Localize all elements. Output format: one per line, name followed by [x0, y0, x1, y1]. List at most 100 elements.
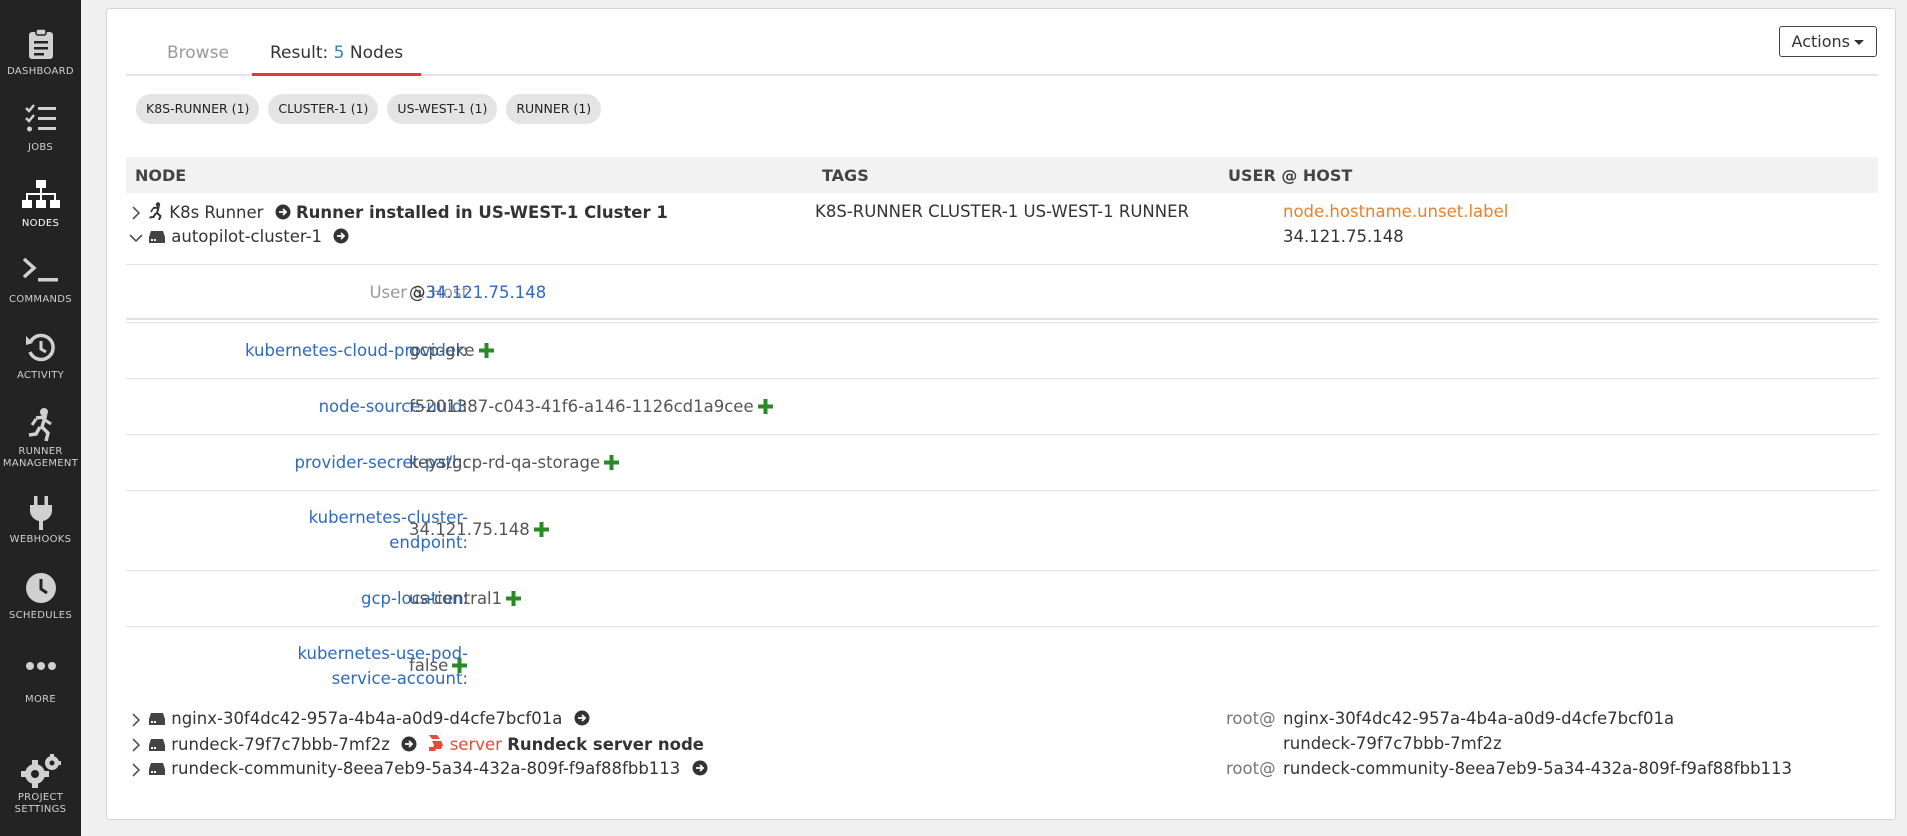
runner-hostname: node.hostname.unset.label	[1283, 202, 1509, 221]
sitemap-icon	[0, 180, 81, 216]
nav-label: WEBHOOKS	[9, 534, 72, 545]
tab-browse[interactable]: Browse	[167, 43, 229, 77]
node-description: Rundeck server node	[507, 735, 704, 754]
node-host: nginx-30f4dc42-957a-4b4a-a0d9-d4cfe7bcf0…	[1283, 709, 1675, 728]
nav-more[interactable]: MORE	[0, 656, 81, 706]
sidebar: DASHBOARD JOBS NODES COMMANDS ACTIVITY R…	[0, 0, 81, 836]
plus-icon[interactable]	[533, 522, 549, 537]
attribute-value: us-central1	[409, 589, 503, 608]
attribute-row: provider-secret-path: keys/gcp-rd-qa-sto…	[126, 434, 1878, 490]
table-row[interactable]: rundeck-community-8eea7eb9-5a34-432a-809…	[126, 759, 1878, 781]
attribute-row: node-source-uuid: f5201387-c043-41f6-a14…	[126, 378, 1878, 434]
nav-activity[interactable]: ACTIVITY	[0, 332, 81, 382]
node-host: 34.121.75.148	[1283, 227, 1404, 246]
chevron-right-icon[interactable]	[129, 763, 143, 777]
nav-schedules[interactable]: SCHEDULES	[0, 572, 81, 622]
chevron-right-icon[interactable]	[129, 713, 143, 727]
nav-label: MORE	[25, 694, 56, 705]
node-name[interactable]: autopilot-cluster-1	[171, 227, 322, 246]
attribute-value: keys/gcp-rd-qa-storage	[409, 453, 601, 472]
nav-label: ACTIVITY	[16, 370, 65, 381]
tab-result[interactable]: Result: 5 Nodes	[252, 43, 422, 76]
actions-label: Actions	[1791, 32, 1850, 51]
nav-webhooks[interactable]: WEBHOOKS	[0, 496, 81, 546]
chevron-right-icon[interactable]	[129, 738, 143, 752]
runner-icon	[0, 408, 81, 444]
attribute-value: gcp-gke	[409, 341, 475, 360]
node-user: root@	[1226, 709, 1276, 728]
nav-label: JOBS	[27, 142, 54, 153]
runner-name[interactable]: K8s Runner	[169, 203, 263, 222]
actions-button[interactable]: Actions	[1778, 26, 1877, 57]
history-icon	[0, 332, 81, 368]
table-row-runner[interactable]: K8s Runner Runner installed in US-WEST-1…	[126, 202, 1878, 224]
rundeck-logo-icon	[429, 735, 444, 751]
table-header: NODE TAGS USER @ HOST	[126, 157, 1878, 193]
arrow-circle-right-icon[interactable]	[275, 204, 291, 220]
attribute-row: kubernetes-use-pod-service-account: fals…	[126, 626, 1878, 706]
caret-down-icon	[1854, 40, 1864, 45]
arrow-circle-right-icon[interactable]	[574, 710, 590, 726]
node-host: rundeck-community-8eea7eb9-5a34-432a-809…	[1283, 759, 1793, 778]
node-badge: server	[449, 735, 502, 754]
nav-label: RUNNER	[18, 446, 63, 457]
nav-label: COMMANDS	[9, 294, 72, 305]
plus-icon[interactable]	[452, 658, 468, 673]
nav-label: NODES	[21, 218, 60, 229]
node-name[interactable]: nginx-30f4dc42-957a-4b4a-a0d9-d4cfe7bcf0…	[171, 709, 562, 728]
plus-icon[interactable]	[478, 343, 494, 358]
attribute-row: kubernetes-cloud-provider: gcp-gke	[126, 322, 1878, 378]
nav-commands[interactable]: COMMANDS	[0, 256, 81, 306]
filter-chip[interactable]: US-WEST-1 (1)	[387, 94, 498, 124]
plug-icon	[0, 496, 81, 532]
arrow-circle-right-icon[interactable]	[692, 760, 708, 776]
clipboard-icon	[0, 28, 81, 64]
arrow-circle-right-icon[interactable]	[333, 228, 349, 244]
node-host: rundeck-79f7c7bbb-7mf2z	[1283, 734, 1502, 753]
attribute-value: 34.121.75.148	[409, 520, 530, 539]
table-row[interactable]: nginx-30f4dc42-957a-4b4a-a0d9-d4cfe7bcf0…	[126, 709, 1878, 731]
chevron-down-icon[interactable]	[129, 231, 143, 245]
user-host-link[interactable]: 34.121.75.148	[426, 283, 547, 302]
chevron-right-icon[interactable]	[129, 206, 143, 220]
nav-label: PROJECT	[17, 792, 64, 803]
arrow-circle-right-icon[interactable]	[401, 736, 417, 752]
nav-dashboard[interactable]: DASHBOARD	[0, 28, 81, 78]
nav-jobs[interactable]: JOBS	[0, 104, 81, 154]
nav-project-settings[interactable]: PROJECT SETTINGS	[0, 754, 81, 816]
nav-label: SETTINGS	[14, 804, 67, 815]
node-name[interactable]: rundeck-79f7c7bbb-7mf2z	[171, 735, 390, 754]
nav-nodes[interactable]: NODES	[0, 180, 81, 230]
tab-result-count: 5	[333, 43, 345, 63]
attribute-value: f5201387-c043-41f6-a146-1126cd1a9cee	[409, 397, 754, 416]
list-check-icon	[0, 104, 81, 140]
nav-label: SCHEDULES	[8, 610, 73, 621]
tab-bar: Browse Result: 5 Nodes	[126, 9, 1878, 76]
clock-icon	[0, 572, 81, 608]
nav-label: DASHBOARD	[7, 66, 74, 77]
filter-chip[interactable]: RUNNER (1)	[506, 94, 602, 124]
header-user-host: USER @ HOST	[1228, 166, 1353, 185]
table-row-expanded[interactable]: autopilot-cluster-1 34.121.75.148	[126, 227, 1878, 251]
ellipsis-icon	[0, 656, 81, 692]
nodes-panel: Browse Result: 5 Nodes Actions K8S-RUNNE…	[106, 8, 1896, 820]
server-icon	[149, 763, 165, 775]
tab-result-prefix: Result:	[270, 43, 329, 63]
filter-chip[interactable]: K8S-RUNNER (1)	[136, 94, 260, 124]
plus-icon[interactable]	[757, 399, 773, 414]
header-node: NODE	[135, 166, 187, 185]
node-name[interactable]: rundeck-community-8eea7eb9-5a34-432a-809…	[171, 759, 680, 778]
plus-icon[interactable]	[604, 455, 620, 470]
nav-runner-management[interactable]: RUNNER MANAGEMENT	[0, 408, 81, 470]
attribute-row: gcp-location: us-central1	[126, 570, 1878, 626]
runner-tags: K8S-RUNNER CLUSTER-1 US-WEST-1 RUNNER	[815, 202, 1189, 221]
user-host-at: @	[409, 283, 426, 302]
plus-icon[interactable]	[506, 591, 522, 606]
table-row[interactable]: rundeck-79f7c7bbb-7mf2z server Rundeck s…	[126, 734, 1878, 756]
nav-label: MANAGEMENT	[2, 458, 79, 469]
runner-description: Runner installed in US-WEST-1 Cluster 1	[295, 203, 668, 222]
node-user: root@	[1226, 759, 1276, 778]
filter-chip[interactable]: CLUSTER-1 (1)	[268, 94, 379, 124]
attribute-value: false	[409, 656, 449, 675]
filter-chips: K8S-RUNNER (1) CLUSTER-1 (1) US-WEST-1 (1)…	[136, 94, 610, 124]
